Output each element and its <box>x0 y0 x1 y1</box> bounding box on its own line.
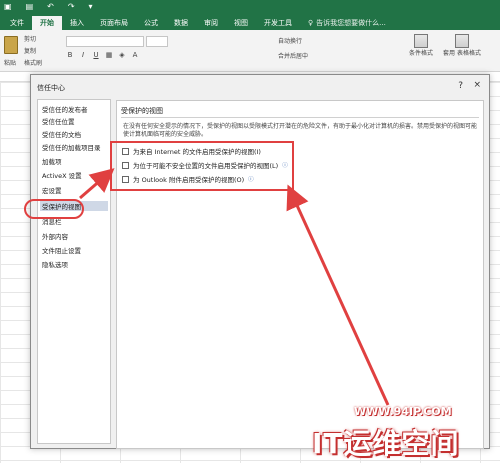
cut-button[interactable]: 剪切 <box>24 34 42 43</box>
sidebar-item-privacy-options[interactable]: 隐私选项 <box>42 259 68 269</box>
option-outlook-attachments[interactable]: 为 Outlook 附件启用受保护的视图(O) ⓘ <box>122 174 254 184</box>
info-icon: ⓘ <box>248 177 254 183</box>
conditional-format-label: 条件格式 <box>408 50 433 57</box>
tab-data[interactable]: 数据 <box>166 16 196 30</box>
sidebar-item-external-content[interactable]: 外部内容 <box>42 231 68 241</box>
sidebar-item-file-block-settings[interactable]: 文件阻止设置 <box>42 245 81 255</box>
tab-page-layout[interactable]: 页面布局 <box>92 16 136 30</box>
sidebar-item-activex-settings[interactable]: ActiveX 设置 <box>42 170 82 180</box>
checkbox[interactable] <box>122 175 129 183</box>
section-description: 在没有任何安全提示的情况下，受保护的视图以受限模式打开潜在的危险文件，有助于最小… <box>123 123 478 138</box>
italic-icon[interactable]: I <box>79 51 87 59</box>
help-icon[interactable]: ? <box>458 81 463 91</box>
info-icon: ⓘ <box>282 163 288 169</box>
fill-color-icon[interactable]: ◈ <box>118 51 126 59</box>
sidebar-item-trusted-publishers[interactable]: 受信任的发布者 <box>42 104 88 114</box>
option-label: 为来自 Internet 的文件启用受保护的视图(I) <box>133 148 261 156</box>
border-icon[interactable]: ▦ <box>105 51 113 59</box>
underline-icon[interactable]: U <box>92 51 100 59</box>
font-format-row: B I U ▦ ◈ A <box>66 51 139 59</box>
dialog-title: 信任中心 <box>37 84 65 92</box>
save-icon[interactable]: ▤ <box>26 2 34 12</box>
ribbon-tabs: 文件 开始 插入 页面布局 公式 数据 审阅 视图 开发工具 ♀ 告诉我您想要做… <box>0 14 500 30</box>
lightbulb-icon: ♀ <box>308 19 314 27</box>
tell-me-text: 告诉我您想要做什么... <box>316 19 386 27</box>
section-divider <box>121 117 479 118</box>
checkbox[interactable] <box>122 161 129 169</box>
watermark-url: WWW.94IP.COM <box>354 405 452 418</box>
tab-file[interactable]: 文件 <box>2 16 32 30</box>
option-internet-files[interactable]: 为来自 Internet 的文件启用受保护的视图(I) <box>122 146 261 156</box>
quick-access-toolbar: ▣ ▤ ↶ ↷ ▾ <box>4 2 93 12</box>
sidebar-item-macro-settings[interactable]: 宏设置 <box>42 185 62 195</box>
tab-review[interactable]: 审阅 <box>196 16 226 30</box>
sidebar-item-addins[interactable]: 加载项 <box>42 156 62 166</box>
paste-button[interactable]: 粘贴 <box>4 58 16 67</box>
undo-icon[interactable]: ↶ <box>47 2 54 12</box>
tab-home[interactable]: 开始 <box>32 16 62 30</box>
sidebar-item-trusted-documents[interactable]: 受信任的文档 <box>42 129 81 139</box>
sidebar-item-trusted-addin-catalogs[interactable]: 受信任的加载项目录 <box>42 142 101 152</box>
close-icon[interactable]: × <box>473 80 481 90</box>
conditional-format-button[interactable]: 条件格式 <box>406 34 436 57</box>
watermark-text: IT运维空间 <box>312 427 460 460</box>
tab-insert[interactable]: 插入 <box>62 16 92 30</box>
tab-developer[interactable]: 开发工具 <box>256 16 300 30</box>
conditional-format-icon <box>414 34 428 48</box>
format-painter-button[interactable]: 格式刷 <box>24 58 42 67</box>
font-color-icon[interactable]: A <box>131 51 139 59</box>
section-title: 受保护的视图 <box>121 107 163 115</box>
selection-highlight-circle <box>24 199 84 219</box>
option-label: 为 Outlook 附件启用受保护的视图(O) <box>133 176 245 184</box>
tab-formulas[interactable]: 公式 <box>136 16 166 30</box>
sidebar-item-trusted-locations[interactable]: 受信任位置 <box>42 116 75 126</box>
copy-button[interactable]: 复制 <box>24 46 42 55</box>
option-unsafe-locations[interactable]: 为位于可能不安全位置的文件启用受保护的视图(L) ⓘ <box>122 160 288 170</box>
tab-view[interactable]: 视图 <box>226 16 256 30</box>
ribbon-home: 粘贴 剪切 复制 格式刷 B I U ▦ ◈ A 自动换行 合并后居中 条件格式… <box>0 30 500 72</box>
merge-center-button[interactable]: 合并后居中 <box>278 51 308 60</box>
table-format-button[interactable]: 套用 表格格式 <box>442 34 482 57</box>
paste-icon[interactable] <box>4 36 18 54</box>
table-format-label: 套用 表格格式 <box>443 50 481 57</box>
font-size-select[interactable] <box>146 36 168 47</box>
customize-icon[interactable]: ▾ <box>89 2 93 12</box>
tell-me-box[interactable]: ♀ 告诉我您想要做什么... <box>300 16 394 30</box>
app-icon: ▣ <box>4 2 12 11</box>
wrap-text-button[interactable]: 自动换行 <box>278 36 302 45</box>
option-label: 为位于可能不安全位置的文件启用受保护的视图(L) <box>133 162 279 170</box>
font-name-select[interactable] <box>66 36 144 47</box>
bold-icon[interactable]: B <box>66 51 74 59</box>
trust-center-sidebar: 受信任的发布者 受信任位置 受信任的文档 受信任的加载项目录 加载项 Activ… <box>37 99 111 444</box>
clipboard-group: 粘贴 剪切 复制 格式刷 <box>2 34 62 70</box>
table-format-icon <box>455 34 469 48</box>
redo-icon[interactable]: ↷ <box>68 2 75 12</box>
title-bar: ▣ ▤ ↶ ↷ ▾ <box>0 0 500 14</box>
checkbox[interactable] <box>122 147 129 155</box>
